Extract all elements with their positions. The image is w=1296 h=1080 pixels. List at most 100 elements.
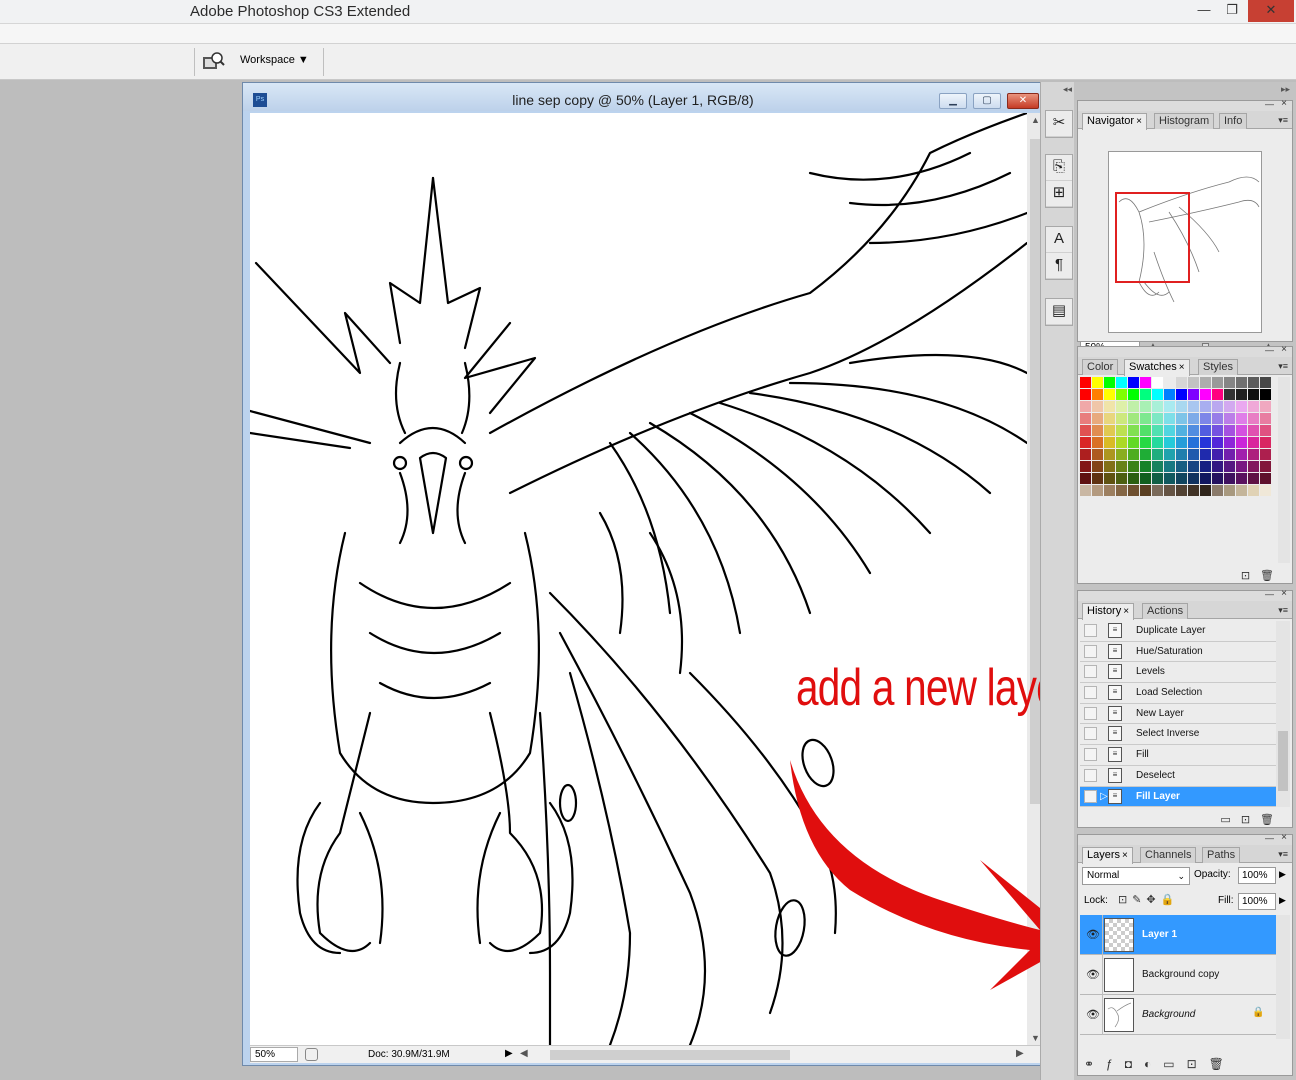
swatch-cell[interactable] xyxy=(1188,437,1200,449)
swatch-cell[interactable] xyxy=(1200,461,1212,473)
swatch-cell[interactable] xyxy=(1236,425,1248,437)
swatch-cell[interactable] xyxy=(1200,449,1212,461)
swatch-cell[interactable] xyxy=(1140,425,1152,437)
swatch-cell[interactable] xyxy=(1152,437,1164,449)
swatch-cell[interactable] xyxy=(1176,473,1188,485)
swatch-cell[interactable] xyxy=(1236,413,1248,425)
panel-minimize-icon[interactable]: — xyxy=(1265,345,1274,355)
swatch-cell[interactable] xyxy=(1092,473,1104,485)
swatch-cell[interactable] xyxy=(1212,449,1224,461)
layer-row-layer-1[interactable]: 👁 Layer 1 xyxy=(1080,915,1276,955)
swatch-cell[interactable] xyxy=(1188,425,1200,437)
layers-scrollbar[interactable] xyxy=(1276,915,1290,1039)
swatch-cell[interactable] xyxy=(1248,377,1260,389)
swatch-cell[interactable] xyxy=(1212,437,1224,449)
swatch-cell[interactable] xyxy=(1104,377,1116,389)
panel-minimize-icon[interactable]: — xyxy=(1265,99,1274,109)
history-item[interactable]: ≡ Hue/Saturation xyxy=(1080,642,1276,663)
swatch-cell[interactable] xyxy=(1260,377,1272,389)
tab-navigator[interactable]: Navigator × xyxy=(1082,113,1147,130)
swatch-cell[interactable] xyxy=(1248,473,1260,485)
tab-histogram[interactable]: Histogram xyxy=(1154,113,1215,129)
panel-close-icon[interactable]: × xyxy=(1281,588,1287,599)
tab-paths[interactable]: Paths xyxy=(1202,847,1241,863)
swatch-cell[interactable] xyxy=(1104,401,1116,413)
swatch-cell[interactable] xyxy=(1248,437,1260,449)
history-brush-checkbox[interactable] xyxy=(1084,665,1097,679)
history-item[interactable]: ≡ Duplicate Layer xyxy=(1080,621,1276,642)
swatch-cell[interactable] xyxy=(1152,473,1164,485)
paragraph-icon[interactable]: ¶ xyxy=(1046,253,1072,279)
swatch-cell[interactable] xyxy=(1116,485,1128,497)
swatch-cell[interactable] xyxy=(1260,485,1272,497)
swatch-cell[interactable] xyxy=(1092,461,1104,473)
swatch-cell[interactable] xyxy=(1152,485,1164,497)
layer-row-background-copy[interactable]: 👁 Background copy xyxy=(1080,955,1276,995)
swatch-cell[interactable] xyxy=(1140,437,1152,449)
history-brush-checkbox[interactable] xyxy=(1084,748,1097,762)
swatch-cell[interactable] xyxy=(1224,485,1236,497)
scroll-right-icon[interactable]: ▶ xyxy=(1016,1048,1024,1059)
swatch-cell[interactable] xyxy=(1116,401,1128,413)
swatch-cell[interactable] xyxy=(1188,413,1200,425)
character-icon[interactable]: A xyxy=(1046,227,1072,253)
workspace-menu-button[interactable]: Workspace ▼ xyxy=(240,54,309,66)
layer-comps-icon[interactable]: ▤ xyxy=(1046,299,1072,325)
bridge-icon[interactable] xyxy=(200,52,226,72)
swatch-cell[interactable] xyxy=(1200,485,1212,497)
swatch-cell[interactable] xyxy=(1212,401,1224,413)
swatch-cell[interactable] xyxy=(1152,413,1164,425)
dock-collapse-icon[interactable]: ◂◂ xyxy=(1063,84,1072,95)
swatch-cell[interactable] xyxy=(1152,461,1164,473)
swatch-cell[interactable] xyxy=(1152,389,1164,401)
swatch-cell[interactable] xyxy=(1260,449,1272,461)
swatches-footer-icons[interactable]: ⊡🗑 xyxy=(1241,569,1284,582)
panel-minimize-icon[interactable]: — xyxy=(1265,589,1274,599)
swatch-cell[interactable] xyxy=(1212,413,1224,425)
panels-collapse-icon[interactable]: ▸▸ xyxy=(1281,84,1290,95)
swatch-cell[interactable] xyxy=(1080,425,1092,437)
swatch-cell[interactable] xyxy=(1128,437,1140,449)
scroll-left-icon[interactable]: ◀ xyxy=(520,1048,528,1059)
blend-mode-select[interactable]: Normal ⌄ xyxy=(1082,867,1190,885)
swatch-cell[interactable] xyxy=(1260,437,1272,449)
swatch-cell[interactable] xyxy=(1224,473,1236,485)
swatch-cell[interactable] xyxy=(1116,461,1128,473)
status-info-icon[interactable] xyxy=(305,1048,318,1061)
swatch-cell[interactable] xyxy=(1248,413,1260,425)
swatch-cell[interactable] xyxy=(1092,377,1104,389)
swatch-cell[interactable] xyxy=(1164,401,1176,413)
swatch-cell[interactable] xyxy=(1212,473,1224,485)
swatch-cell[interactable] xyxy=(1188,377,1200,389)
swatch-cell[interactable] xyxy=(1176,449,1188,461)
restore-button[interactable]: ❐ xyxy=(1220,0,1244,22)
swatch-cell[interactable] xyxy=(1176,461,1188,473)
swatch-cell[interactable] xyxy=(1092,389,1104,401)
swatch-cell[interactable] xyxy=(1128,461,1140,473)
swatch-cell[interactable] xyxy=(1200,389,1212,401)
swatch-cell[interactable] xyxy=(1092,425,1104,437)
swatch-cell[interactable] xyxy=(1248,401,1260,413)
swatch-cell[interactable] xyxy=(1080,413,1092,425)
tab-color[interactable]: Color xyxy=(1082,359,1119,375)
swatch-cell[interactable] xyxy=(1224,425,1236,437)
visibility-eye-icon[interactable]: 👁 xyxy=(1086,968,1100,981)
swatch-cell[interactable] xyxy=(1092,401,1104,413)
history-item[interactable]: ≡ Select Inverse xyxy=(1080,724,1276,746)
swatch-cell[interactable] xyxy=(1236,485,1248,497)
swatch-cell[interactable] xyxy=(1128,401,1140,413)
swatch-cell[interactable] xyxy=(1164,425,1176,437)
swatch-cell[interactable] xyxy=(1152,377,1164,389)
swatch-cell[interactable] xyxy=(1104,461,1116,473)
swatch-cell[interactable] xyxy=(1116,425,1128,437)
opacity-field[interactable]: 100% xyxy=(1238,867,1276,884)
swatch-cell[interactable] xyxy=(1140,377,1152,389)
swatch-cell[interactable] xyxy=(1248,449,1260,461)
swatch-cell[interactable] xyxy=(1248,485,1260,497)
swatch-cell[interactable] xyxy=(1152,401,1164,413)
panel-close-icon[interactable]: × xyxy=(1281,98,1287,109)
swatch-cell[interactable] xyxy=(1140,389,1152,401)
swatch-cell[interactable] xyxy=(1212,425,1224,437)
swatch-cell[interactable] xyxy=(1140,413,1152,425)
swatch-cell[interactable] xyxy=(1176,437,1188,449)
